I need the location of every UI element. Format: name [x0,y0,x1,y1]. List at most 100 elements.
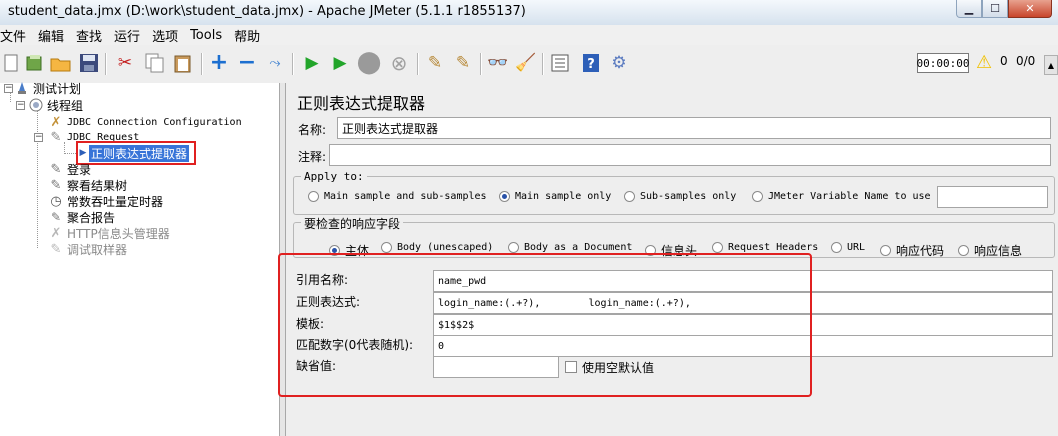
toggle-icon[interactable]: ⤳ [264,52,286,74]
minimize-button[interactable]: ▁ [956,0,982,18]
comment-field[interactable] [329,144,1051,166]
toolbar-scroll-button[interactable]: ▲ [1044,55,1058,75]
toolbar-separator [417,53,419,75]
maximize-button[interactable]: ☐ [982,0,1008,18]
radio-label: Main sample only [515,191,612,202]
function-helper-icon[interactable] [549,52,571,74]
collapse-handle[interactable]: − [34,133,43,142]
tree-node-timer[interactable]: ◷ 常数吞吐量定时器 [48,193,163,209]
toolbar-separator [542,53,544,75]
warning-icon[interactable]: ⚠ [976,52,992,73]
minimize-icon: ▁ [964,2,974,15]
help-icon[interactable]: ? [580,52,602,74]
radio-label: Main sample and sub-samples [324,191,487,202]
radio-circle [752,191,763,202]
radio-circle-selected [499,191,510,202]
radio-label: JMeter Variable Name to use [768,191,931,202]
comment-label: 注释: [298,150,327,164]
timer-clock-icon: ◷ [50,193,62,209]
tree-node-label: 线程组 [47,98,84,113]
sampler-pencil-icon: ✎ [50,241,62,257]
apply-to-title: Apply to: [301,170,367,183]
config-wrench-icon: ✗ [50,225,62,241]
radio-response-code[interactable]: 响应代码 [880,242,944,259]
radio-circle [508,242,519,253]
window-title: student_data.jmx (D:\work\student_data.j… [8,4,526,19]
shutdown-icon[interactable]: ⊗ [388,52,410,74]
highlight-box [76,141,196,165]
radio-main-only[interactable]: Main sample only [499,191,611,202]
toolbar-separator [292,53,294,75]
stop-icon[interactable]: ⬤ [357,52,382,74]
name-label: 名称: [298,123,327,137]
tree-node-thread-group[interactable]: 线程组 [28,97,83,113]
tree-node-login[interactable]: ✎ 登录 [48,161,91,177]
radio-label: URL [847,242,866,253]
expand-icon[interactable]: + [208,52,230,74]
clear-icon[interactable]: ✎ [424,52,446,74]
radio-label: 响应代码 [896,244,945,258]
warning-count: 0 [1000,54,1008,68]
toolbar-separator [105,53,107,75]
reset-search-icon[interactable]: 🧹 [515,52,537,74]
tree-node-label: JDBC Connection Configuration [67,116,242,128]
collapse-icon[interactable]: − [236,52,258,74]
tree-node-header-manager[interactable]: ✗ HTTP信息头管理器 [48,225,170,241]
save-icon[interactable] [78,52,100,74]
tree-node-debug-sampler[interactable]: ✎ 调试取样器 [48,241,127,257]
copy-icon[interactable] [144,52,166,74]
new-icon[interactable] [0,52,22,74]
menu-run[interactable]: 运行 [114,26,146,45]
menu-help[interactable]: 帮助 [234,26,266,45]
radio-circle [831,242,842,253]
radio-body-as-document[interactable]: Body as a Document [508,242,632,253]
radio-circle [958,245,969,256]
start-icon[interactable]: ▶ [301,52,323,74]
start-no-pause-icon[interactable]: ▶ [329,52,351,74]
tree-node-test-plan[interactable]: 测试计划 [14,80,81,96]
radio-label: Body (unescaped) [397,242,494,253]
close-button[interactable]: ✕ [1008,0,1052,18]
tree-node-view-results[interactable]: ✎ 察看结果树 [48,177,127,193]
radio-sub-only[interactable]: Sub-samples only [624,191,736,202]
radio-response-message[interactable]: 响应信息 [958,242,1022,259]
radio-body-unescaped[interactable]: Body (unescaped) [381,242,493,253]
radio-label: Sub-samples only [640,191,737,202]
radio-main-and-sub[interactable]: Main sample and sub-samples [308,191,487,202]
tree-line [10,92,11,102]
remote-icon[interactable]: ⚙ [608,52,630,74]
listener-chart-icon: ✎ [50,210,62,224]
cut-icon[interactable]: ✂ [114,52,136,74]
name-field[interactable]: 正则表达式提取器 [337,117,1051,139]
toolbar-separator [201,53,203,75]
radio-label: 响应信息 [974,244,1023,258]
maximize-icon: ☐ [990,2,1000,15]
radio-jmeter-variable[interactable]: JMeter Variable Name to use [752,191,931,202]
highlight-box [278,253,812,397]
open-icon[interactable] [50,52,72,74]
radio-circle [712,242,723,253]
paste-icon[interactable] [172,52,194,74]
jmeter-variable-input[interactable] [937,186,1048,208]
listener-chart-icon: ✎ [50,177,62,193]
radio-circle [880,245,891,256]
collapse-handle[interactable]: − [16,101,25,110]
menu-edit[interactable]: 编辑 [38,26,70,45]
search-icon[interactable]: 👓 [487,52,509,74]
elapsed-timer: 00:00:00 [917,53,970,73]
menu-search[interactable]: 查找 [76,26,108,45]
menu-file[interactable]: 文件 [0,26,32,45]
tree-node-label: 常数吞吐量定时器 [67,194,164,209]
tree-node-aggregate[interactable]: ✎ 聚合报告 [48,209,115,225]
tree-node-jdbc-config[interactable]: ✗ JDBC Connection Configuration [48,114,242,130]
menu-options[interactable]: 选项 [152,26,184,45]
clear-all-icon[interactable]: ✎ [452,52,474,74]
collapse-handle[interactable]: − [4,84,13,93]
templates-icon[interactable] [24,52,46,74]
radio-request-headers[interactable]: Request Headers [712,242,818,253]
radio-circle [308,191,319,202]
tree-line [37,110,38,248]
menu-tools[interactable]: Tools [190,28,228,43]
radio-url[interactable]: URL [831,242,865,253]
sampler-pencil-icon: ✎ [50,161,62,177]
